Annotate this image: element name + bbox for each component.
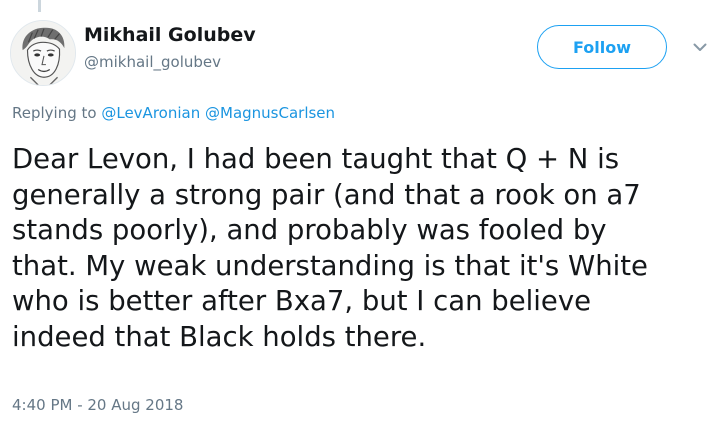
tweet-text-line: who is better after Bxa7, but I can beli… xyxy=(12,285,592,317)
chevron-down-icon xyxy=(693,43,707,51)
mention-link-levaronian[interactable]: @LevAronian xyxy=(101,104,200,122)
mention-link-magnuscarlsen[interactable]: @MagnusCarlsen xyxy=(205,104,335,122)
more-options-button[interactable] xyxy=(690,37,710,57)
thread-connector-line xyxy=(38,0,41,12)
tweet-text-line: generally a strong pair (and that a rook… xyxy=(12,178,641,211)
tweet-text-line: stands poorly), and probably was fooled … xyxy=(12,214,607,246)
tweet-text-line: indeed that Black holds there. xyxy=(12,320,427,353)
reply-context: Replying to @LevAronian @MagnusCarlsen xyxy=(12,104,335,122)
avatar[interactable] xyxy=(10,20,76,86)
author-screen-name[interactable]: @mikhail_golubev xyxy=(84,53,221,71)
tweet-text: Dear Levon, I had been taught that Q + N… xyxy=(12,142,722,355)
tweet-timestamp[interactable]: 4:40 PM - 20 Aug 2018 xyxy=(12,396,183,414)
author-display-name[interactable]: Mikhail Golubev xyxy=(84,24,256,46)
follow-button[interactable]: Follow xyxy=(537,25,667,69)
reply-context-prefix: Replying to xyxy=(12,104,97,122)
tweet-text-line: Dear Levon, I had been taught that Q + N… xyxy=(12,143,620,175)
avatar-portrait-icon xyxy=(11,21,75,85)
tweet-text-line: that. My weak understanding is that it's… xyxy=(12,249,648,282)
